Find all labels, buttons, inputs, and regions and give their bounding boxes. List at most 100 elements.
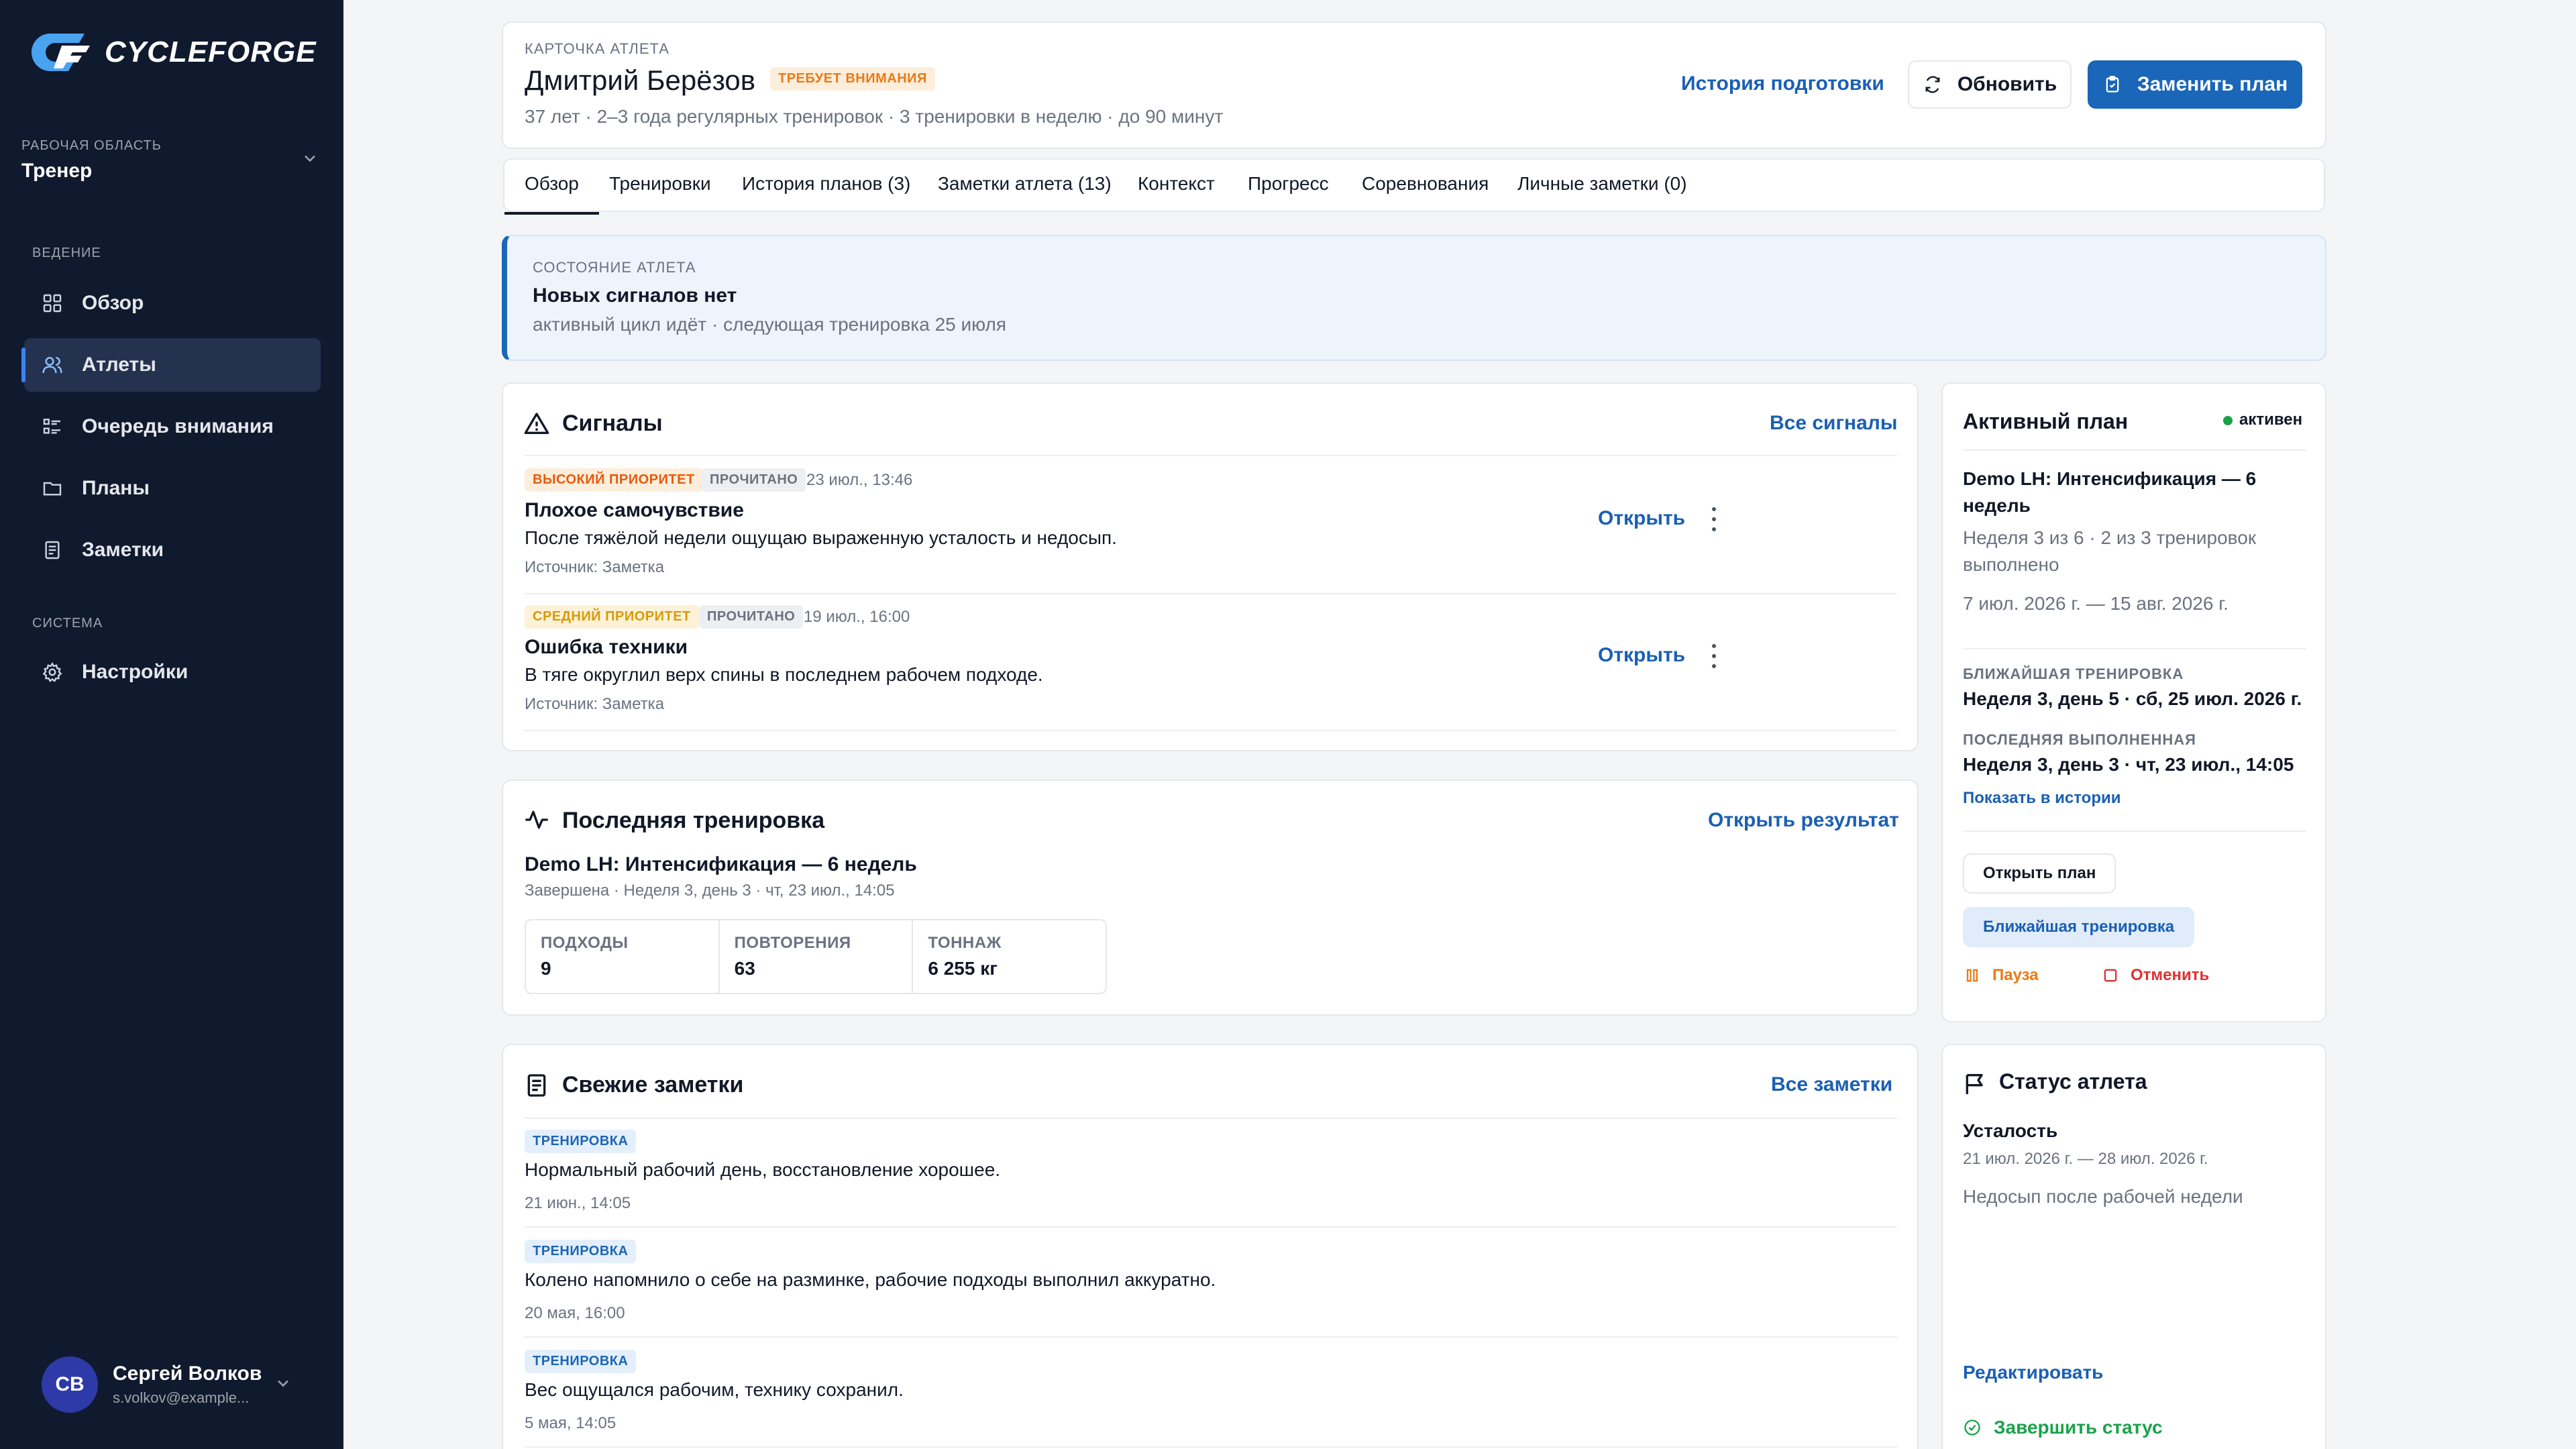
last-workout-title: Последняя тренировка (562, 808, 825, 833)
athlete-meta: 37 лет · 2–3 года регулярных тренировок … (525, 106, 1224, 127)
open-plan-button[interactable]: Открыть план (1963, 853, 2116, 894)
sidebar: CYCLEFORGE РАБОЧАЯ ОБЛАСТЬ Тренер ВЕДЕНИ… (0, 0, 343, 1449)
sidebar-item-notes[interactable]: Заметки (24, 523, 321, 577)
logo[interactable]: CYCLEFORGE (31, 31, 317, 74)
open-result-link[interactable]: Открыть результат (1708, 809, 1899, 832)
sidebar-item-label: Очередь внимания (82, 415, 274, 437)
divider (1963, 830, 2306, 832)
replace-plan-label: Заменить план (2137, 73, 2288, 95)
more-options-icon[interactable] (1711, 644, 1717, 668)
all-notes-link[interactable]: Все заметки (1771, 1073, 1892, 1096)
sidebar-item-label: Атлеты (82, 354, 156, 376)
pause-icon (1966, 969, 1978, 982)
finish-status-button[interactable]: Завершить статус (1963, 1417, 2163, 1438)
refresh-button[interactable]: Обновить (1908, 60, 2072, 109)
sidebar-item-attention-queue[interactable]: Очередь внимания (24, 400, 321, 453)
note-tag: ТРЕНИРОВКА (525, 1240, 637, 1263)
status-note: Недосып после рабочей недели (1963, 1186, 2243, 1207)
more-options-icon[interactable] (1711, 507, 1717, 531)
flag-icon (1966, 1074, 1983, 1094)
show-in-history-link[interactable]: Показать в истории (1963, 789, 2121, 808)
status-dot-icon (2223, 416, 2233, 425)
sidebar-item-settings[interactable]: Настройки (24, 645, 321, 699)
next-workout-caption: БЛИЖАЙШАЯ ТРЕНИРОВКА (1963, 665, 2184, 682)
signal-text: В тяге округлил верх спины в последнем р… (525, 664, 1043, 685)
user-name: Сергей Волков (113, 1362, 262, 1385)
cancel-plan-button[interactable]: Отменить (2101, 966, 2209, 985)
open-signal-button[interactable]: Открыть (1598, 644, 1685, 667)
stat-value: 63 (734, 958, 755, 979)
cycleforge-logo-icon (31, 31, 95, 74)
logo-text: CYCLEFORGE (105, 36, 317, 68)
pause-button[interactable]: Пауза (1963, 966, 2039, 985)
edit-status-link[interactable]: Редактировать (1963, 1362, 2103, 1383)
signal-title: Плохое самочувствие (525, 499, 744, 521)
note-text: Нормальный рабочий день, восстановление … (525, 1159, 1001, 1180)
athlete-name: Дмитрий Берёзов (525, 64, 756, 96)
replace-plan-button[interactable]: Заменить план (2088, 60, 2302, 109)
sidebar-item-plans[interactable]: Планы (24, 462, 321, 515)
sidebar-item-label: Настройки (82, 661, 189, 683)
list-icon (40, 415, 64, 439)
note-date: 20 мая, 16:00 (525, 1304, 625, 1322)
open-signal-button[interactable]: Открыть (1598, 507, 1685, 530)
divider (525, 1336, 1897, 1338)
workout-stats: ПОДХОДЫ 9 ПОВТОРЕНИЯ 63 ТОННАЖ 6 255 кг (525, 919, 1107, 994)
tab-workouts[interactable]: Тренировки (609, 173, 711, 195)
pause-label: Пауза (1992, 966, 2039, 984)
tab-athlete-notes[interactable]: Заметки атлета (13) (938, 173, 1112, 195)
tab-progress[interactable]: Прогресс (1248, 173, 1329, 195)
note-date: 5 мая, 14:05 (525, 1414, 616, 1432)
divider (525, 593, 1897, 594)
athlete-status-card: Статус атлета Усталость 21 июл. 2026 г. … (1941, 1044, 2326, 1449)
state-subtitle: активный цикл идёт · следующая тренировк… (533, 314, 1007, 335)
tab-overview[interactable]: Обзор (504, 173, 599, 215)
signal-title: Ошибка техники (525, 636, 688, 658)
tab-competitions[interactable]: Соревнования (1362, 173, 1489, 195)
athlete-header-card: КАРТОЧКА АТЛЕТА Дмитрий Берёзов ТРЕБУЕТ … (502, 21, 2326, 149)
plan-name-line2: недель (1963, 495, 2031, 516)
divider (525, 455, 1897, 456)
note-text: Вес ощущался рабочим, технику сохранил. (525, 1379, 904, 1400)
stat-tonnage: ТОННАЖ 6 255 кг (913, 920, 1106, 993)
priority-badge: ВЫСОКИЙ ПРИОРИТЕТ (525, 468, 703, 492)
refresh-icon (1923, 74, 1943, 95)
grid-icon (40, 291, 64, 315)
sidebar-item-label: Обзор (82, 292, 144, 314)
stat-label: ТОННАЖ (928, 934, 1002, 952)
note-tag: ТРЕНИРОВКА (525, 1350, 637, 1373)
all-signals-link[interactable]: Все сигналы (1770, 412, 1897, 435)
tab-personal-notes[interactable]: Личные заметки (0) (1517, 173, 1687, 195)
chevron-down-icon[interactable] (274, 1374, 292, 1393)
attention-badge: ТРЕБУЕТ ВНИМАНИЯ (770, 67, 935, 91)
state-title: Новых сигналов нет (533, 284, 737, 307)
user-menu[interactable]: СВ Сергей Волков s.volkov@example... (42, 1356, 262, 1413)
athlete-status-title: Статус атлета (1999, 1069, 2147, 1093)
status-badge: ПРОЧИТАНО (699, 605, 804, 629)
next-workout-button[interactable]: Ближайшая тренировка (1963, 907, 2195, 947)
sidebar-item-athletes[interactable]: Атлеты (21, 338, 321, 392)
chevron-down-icon[interactable] (301, 149, 319, 168)
stat-reps: ПОВТОРЕНИЯ 63 (720, 920, 914, 993)
signals-card: Сигналы Все сигналы ВЫСОКИЙ ПРИОРИТЕТ ПР… (502, 382, 1919, 751)
nav-section-title: ВЕДЕНИЕ (32, 246, 101, 260)
stat-label: ПОДХОДЫ (541, 934, 629, 952)
tab-plan-history[interactable]: История планов (3) (742, 173, 910, 195)
note-icon (40, 538, 64, 562)
clipboard-icon (2102, 74, 2123, 95)
workout-meta: Завершена · Неделя 3, день 3 · чт, 23 ию… (525, 881, 895, 900)
plan-name-line1: Demo LH: Интенсификация — 6 (1963, 468, 2257, 489)
tab-context[interactable]: Контекст (1138, 173, 1215, 195)
next-workout-value: Неделя 3, день 5 · сб, 25 июл. 2026 г. (1963, 688, 2302, 709)
user-email: s.volkov@example... (113, 1389, 250, 1406)
training-history-link[interactable]: История подготовки (1681, 72, 1884, 95)
state-caption: СОСТОЯНИЕ АТЛЕТА (533, 259, 696, 276)
sidebar-item-overview[interactable]: Обзор (24, 276, 321, 330)
active-plan-title: Активный план (1963, 409, 2129, 433)
finish-status-label: Завершить статус (1994, 1417, 2163, 1438)
gear-icon (40, 660, 64, 684)
workspace-value[interactable]: Тренер (21, 160, 92, 182)
signals-title: Сигналы (562, 411, 663, 436)
divider (1963, 648, 2306, 649)
last-workout-card: Последняя тренировка Открыть результат D… (502, 780, 1919, 1016)
